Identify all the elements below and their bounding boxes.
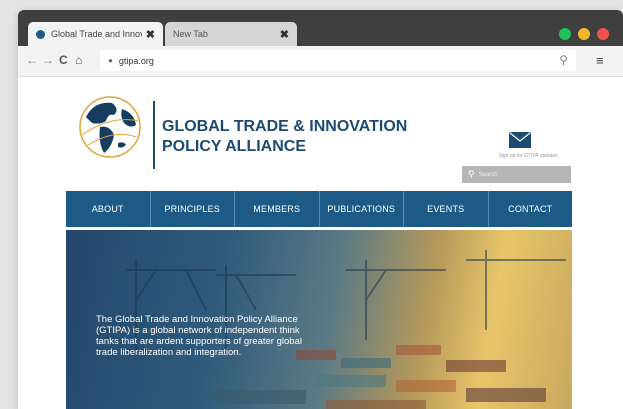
logo-line-1: GLOBAL TRADE & INNOVATION: [162, 118, 408, 135]
tab-label: Global Trade and Innov...: [51, 29, 142, 39]
main-nav: ABOUT PRINCIPLES MEMBERS PUBLICATIONS EV…: [66, 191, 572, 227]
nav-item-members[interactable]: MEMBERS: [235, 191, 320, 227]
search-placeholder: Search: [478, 171, 498, 178]
url-text: gtipa.org: [118, 55, 154, 66]
tab-close-icon[interactable]: ✖: [280, 28, 289, 41]
menu-icon[interactable]: ≡: [596, 53, 604, 68]
window-maximize-button[interactable]: [559, 28, 571, 40]
globe-logo-icon[interactable]: [78, 95, 142, 159]
nav-item-publications[interactable]: PUBLICATIONS: [320, 191, 404, 227]
site-logo-text[interactable]: GLOBAL TRADE & INNOVATION POLICY ALLIANC…: [162, 117, 407, 157]
nav-item-principles[interactable]: PRINCIPLES: [151, 191, 235, 227]
hero-text: The Global Trade and Innovation Policy A…: [96, 314, 302, 358]
search-icon: ⚲: [468, 169, 475, 179]
logo-divider: [153, 101, 155, 169]
search-icon[interactable]: ⚲: [559, 53, 568, 67]
tab-new[interactable]: New Tab ✖: [165, 22, 297, 46]
tab-close-icon[interactable]: ✖: [146, 28, 155, 41]
window-minimize-button[interactable]: [578, 28, 590, 40]
forward-arrow-icon[interactable]: →: [42, 53, 54, 67]
site-header: GLOBAL TRADE & INNOVATION POLICY ALLIANC…: [18, 77, 623, 191]
nav-item-events[interactable]: EVENTS: [404, 191, 489, 227]
address-bar: ← → C ⌂ ● gtipa.org ⚲ ≡: [18, 46, 623, 77]
logo-line-2: POLICY ALLIANCE: [162, 138, 307, 155]
tab-bar: Global Trade and Innov... ✖ New Tab ✖: [18, 10, 623, 46]
tab-gtipa[interactable]: Global Trade and Innov... ✖: [28, 22, 163, 46]
nav-item-contact[interactable]: CONTACT: [489, 191, 573, 227]
back-arrow-icon[interactable]: ←: [26, 53, 38, 67]
tab-label: New Tab: [173, 29, 208, 39]
site-favicon-icon: [36, 29, 45, 39]
signup-text[interactable]: Sign up for GTIPA updates: [468, 153, 588, 159]
envelope-icon[interactable]: [509, 132, 531, 148]
hero-banner: The Global Trade and Innovation Policy A…: [66, 230, 572, 409]
lock-icon: ●: [108, 56, 113, 65]
home-icon[interactable]: ⌂: [75, 53, 82, 67]
site-search-input[interactable]: ⚲ Search: [462, 166, 571, 183]
reload-icon[interactable]: C: [59, 53, 68, 67]
browser-window: Global Trade and Innov... ✖ New Tab ✖ ← …: [18, 10, 623, 409]
window-close-button[interactable]: [597, 28, 609, 40]
url-field[interactable]: ● gtipa.org ⚲: [100, 50, 576, 71]
nav-item-about[interactable]: ABOUT: [66, 191, 151, 227]
